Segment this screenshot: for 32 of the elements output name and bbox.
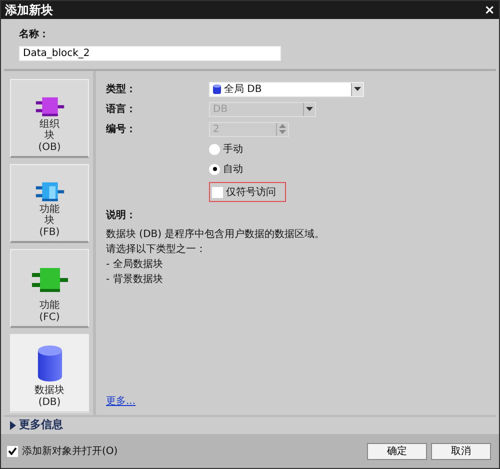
- more-info-label[interactable]: 更多信息: [19, 417, 63, 434]
- block-icon: [30, 265, 70, 295]
- open-after-add-checkbox[interactable]: 添加新对象并打开(O): [7, 444, 118, 458]
- cylinder-icon: [213, 84, 221, 94]
- checkmark-icon: [8, 447, 17, 455]
- radio-option[interactable]: 手动: [209, 139, 496, 159]
- block-type-button[interactable]: 数据块 (DB): [10, 334, 89, 413]
- field-label: 编号：: [106, 122, 137, 136]
- dialog-button[interactable]: 取消: [431, 442, 491, 460]
- expand-triangle-icon[interactable]: [10, 421, 16, 430]
- description-text: 请选择以下类型之一：: [106, 242, 207, 257]
- field-label: 类型：: [106, 82, 137, 96]
- window-title: 添加新块: [5, 2, 53, 19]
- description-text: - 全局数据块: [106, 258, 164, 272]
- field-label: 语言：: [106, 102, 137, 116]
- block-type-button[interactable]: 组织块 (OB): [10, 79, 89, 158]
- description-label: 说明：: [106, 208, 137, 223]
- dropdown-arrow-icon: [306, 107, 313, 111]
- radio-option[interactable]: 自动: [209, 159, 496, 179]
- type-dropdown[interactable]: 全局 DB: [209, 82, 364, 96]
- block-type-button[interactable]: 功能 (FC): [10, 249, 89, 328]
- dropdown-arrow-icon: [354, 87, 361, 91]
- dialog-button[interactable]: 确定: [367, 442, 427, 460]
- close-button[interactable]: ×: [484, 4, 495, 16]
- name-label: 名称：: [19, 28, 50, 42]
- description-text: 数据块 (DB) 是程序中包含用户数据的数据区域。: [106, 228, 326, 242]
- name-field[interactable]: Data_block_2: [19, 46, 281, 61]
- more-link[interactable]: 更多...: [106, 394, 496, 409]
- block-type-button[interactable]: 功能块 (FB): [10, 164, 89, 243]
- spinner-arrows-icon: [279, 124, 286, 134]
- symbolic-access-checkbox[interactable]: 仅符号访问: [209, 182, 286, 202]
- description-text: - 背景数据块: [106, 272, 164, 287]
